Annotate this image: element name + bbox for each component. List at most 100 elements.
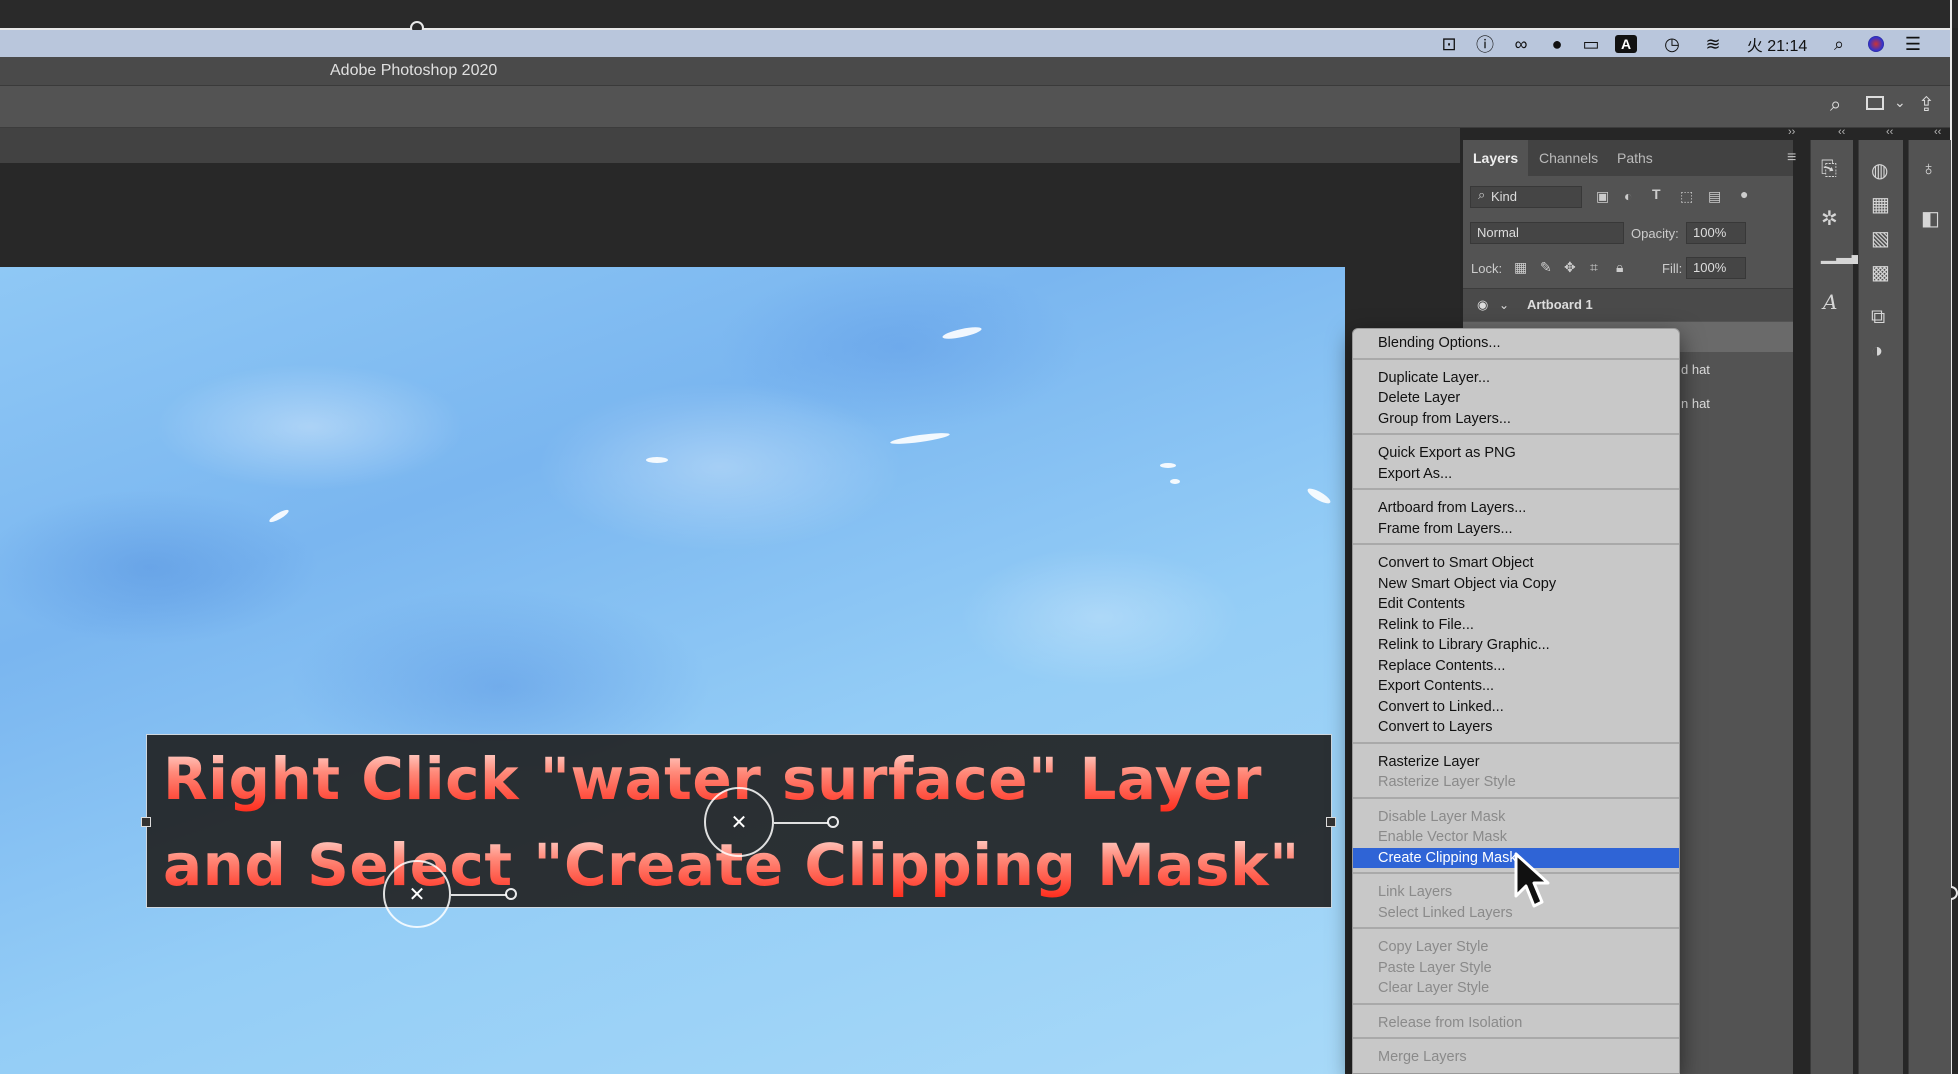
water-glint <box>889 430 951 447</box>
top-strip <box>0 0 1958 28</box>
info-icon[interactable]: ⓘ <box>1473 34 1497 55</box>
menu-item-relink-to-file[interactable]: Relink to File... <box>1353 615 1679 635</box>
share-icon[interactable]: ⇪ <box>1918 92 1935 117</box>
menu-item-replace-contents[interactable]: Replace Contents... <box>1353 656 1679 676</box>
menu-item-new-smart-object-via-copy[interactable]: New Smart Object via Copy <box>1353 574 1679 594</box>
color-icon[interactable]: ◍ <box>1871 158 1888 183</box>
menu-item-artboard-from-layers[interactable]: Artboard from Layers... <box>1353 498 1679 518</box>
water-glint <box>1305 486 1333 506</box>
menu-item-duplicate-layer[interactable]: Duplicate Layer... <box>1353 368 1679 388</box>
eye-icon[interactable]: ◉ <box>1477 289 1488 321</box>
connector-line <box>774 822 828 824</box>
close-icon[interactable]: ✕ <box>383 860 451 928</box>
menu-item-relink-to-library-graphic[interactable]: Relink to Library Graphic... <box>1353 635 1679 655</box>
lock-brush-icon[interactable]: ✎ <box>1540 259 1552 276</box>
chevron-down-icon[interactable]: ⌄ <box>1499 289 1509 321</box>
menu-item-group-from-layers[interactable]: Group from Layers... <box>1353 409 1679 429</box>
transform-handle-right[interactable] <box>1326 817 1336 827</box>
menu-item-export-as[interactable]: Export As... <box>1353 464 1679 484</box>
history-icon[interactable]: ⎘ <box>1821 158 1837 181</box>
filter-adjustment-icon[interactable]: ◐ <box>1624 188 1632 204</box>
sync-icon[interactable]: ● <box>1545 34 1569 54</box>
lock-artboard-icon[interactable]: ⌗ <box>1590 259 1598 276</box>
menu-item-export-contents[interactable]: Export Contents... <box>1353 676 1679 696</box>
menu-item-convert-to-smart-object[interactable]: Convert to Smart Object <box>1353 553 1679 573</box>
kind-filter-select[interactable]: Kind <box>1470 186 1582 208</box>
siri-icon[interactable] <box>1866 34 1886 54</box>
collapse-dock-icon[interactable]: ‹‹ <box>1934 126 1941 138</box>
lock-transparency-icon[interactable]: ▦ <box>1514 259 1527 276</box>
filter-smart-object-icon[interactable]: ▤ <box>1708 188 1721 205</box>
menu-item-paste-layer-style[interactable]: Paste Layer Style <box>1353 958 1679 978</box>
panel-dock-2: ◍ ▦ ▧ ▩ ⧉ ◑ <box>1858 140 1903 1074</box>
libraries-icon[interactable]: ⧉ <box>1871 306 1885 329</box>
artboard-canvas-water[interactable] <box>0 267 1345 1074</box>
swatches-icon[interactable]: ▦ <box>1871 192 1890 217</box>
menu-item-frame-from-layers[interactable]: Frame from Layers... <box>1353 519 1679 539</box>
opacity-field[interactable]: 100% <box>1686 222 1746 244</box>
collapse-panels-icon[interactable]: ›› <box>1788 126 1795 138</box>
workspace-icon[interactable] <box>1866 96 1884 110</box>
time-machine-icon[interactable]: ◷ <box>1660 34 1684 54</box>
menu-item-release-from-isolation[interactable]: Release from Isolation <box>1353 1013 1679 1033</box>
learn-icon[interactable]: ♁ <box>1921 158 1936 181</box>
lock-position-icon[interactable]: ✥ <box>1564 259 1576 276</box>
navigator-icon[interactable]: ✲ <box>1821 206 1838 231</box>
lock-all-icon[interactable]: 🔒︎ <box>1616 259 1623 276</box>
input-a-icon[interactable]: A <box>1615 35 1637 53</box>
airplay-icon[interactable]: ▭ <box>1578 34 1604 54</box>
menu-separator <box>1353 433 1679 435</box>
gradients-icon[interactable]: ▧ <box>1871 226 1890 251</box>
app-title: Adobe Photoshop 2020 <box>330 62 498 79</box>
collapse-dock-icon[interactable]: ‹‹ <box>1886 126 1893 138</box>
transform-handle-left[interactable] <box>141 817 151 827</box>
menu-item-convert-to-layers[interactable]: Convert to Layers <box>1353 717 1679 737</box>
search-icon[interactable]: ⌕ <box>1830 94 1841 117</box>
menu-item-convert-to-linked[interactable]: Convert to Linked... <box>1353 697 1679 717</box>
artboard-name: Artboard 1 <box>1527 297 1593 312</box>
menu-item-copy-layer-style[interactable]: Copy Layer Style <box>1353 937 1679 957</box>
menu-item-edit-contents[interactable]: Edit Contents <box>1353 594 1679 614</box>
layer-context-menu: Blending Options... Duplicate Layer... Del… <box>1352 328 1680 1074</box>
panel-tabs: Layers Channels Paths ≡ <box>1463 140 1796 176</box>
menu-item-rasterize-layer[interactable]: Rasterize Layer <box>1353 752 1679 772</box>
character-icon[interactable]: A <box>1823 290 1837 314</box>
water-glint <box>646 457 668 463</box>
blend-mode-select[interactable]: Normal <box>1470 222 1624 244</box>
menubar-clock[interactable]: 火 21:14 <box>1746 34 1808 55</box>
connector-handle[interactable] <box>827 816 839 828</box>
menu-item-merge-layers[interactable]: Merge Layers <box>1353 1047 1679 1067</box>
screen-record-icon[interactable]: ⊡ <box>1437 34 1461 54</box>
connector-handle[interactable] <box>505 888 517 900</box>
properties-icon[interactable]: ◧ <box>1921 206 1940 231</box>
chevron-down-icon[interactable]: ⌄ <box>1894 94 1906 111</box>
tab-paths[interactable]: Paths <box>1617 140 1653 176</box>
menu-item-clear-layer-style[interactable]: Clear Layer Style <box>1353 978 1679 998</box>
menu-item-quick-export-as-png[interactable]: Quick Export as PNG <box>1353 443 1679 463</box>
filter-toggle-icon[interactable]: ● <box>1740 186 1748 202</box>
close-icon[interactable]: ✕ <box>704 787 774 857</box>
menu-item-rasterize-layer-style[interactable]: Rasterize Layer Style <box>1353 772 1679 792</box>
filter-type-icon[interactable]: T <box>1652 186 1661 202</box>
spotlight-search-icon[interactable]: ⌕ <box>1828 34 1850 54</box>
menu-item-blending-options[interactable]: Blending Options... <box>1353 333 1679 353</box>
tab-layers[interactable]: Layers <box>1463 140 1529 176</box>
creative-cloud-icon[interactable]: ∞ <box>1509 34 1533 54</box>
panel-menu-icon[interactable]: ≡ <box>1787 140 1796 176</box>
wifi-icon[interactable]: ≋ <box>1700 34 1726 54</box>
patterns-icon[interactable]: ▩ <box>1871 260 1890 285</box>
menu-item-disable-layer-mask[interactable]: Disable Layer Mask <box>1353 807 1679 827</box>
filter-image-icon[interactable]: ▣ <box>1596 188 1609 205</box>
layer-row-artboard[interactable]: ◉ ⌄ Artboard 1 <box>1463 288 1793 321</box>
filter-shape-icon[interactable]: ⬚ <box>1680 188 1693 205</box>
menu-item-delete-layer[interactable]: Delete Layer <box>1353 388 1679 408</box>
fill-field[interactable]: 100% <box>1686 257 1746 279</box>
menu-separator <box>1353 357 1679 360</box>
menu-item-enable-vector-mask[interactable]: Enable Vector Mask <box>1353 827 1679 847</box>
tab-channels[interactable]: Channels <box>1539 140 1598 176</box>
water-glint <box>1160 463 1176 468</box>
adjustments-icon[interactable]: ◑ <box>1871 340 1883 363</box>
collapse-dock-icon[interactable]: ‹‹ <box>1838 126 1845 138</box>
control-list-icon[interactable]: ☰ <box>1902 34 1924 54</box>
document-tab-strip <box>0 128 1460 163</box>
